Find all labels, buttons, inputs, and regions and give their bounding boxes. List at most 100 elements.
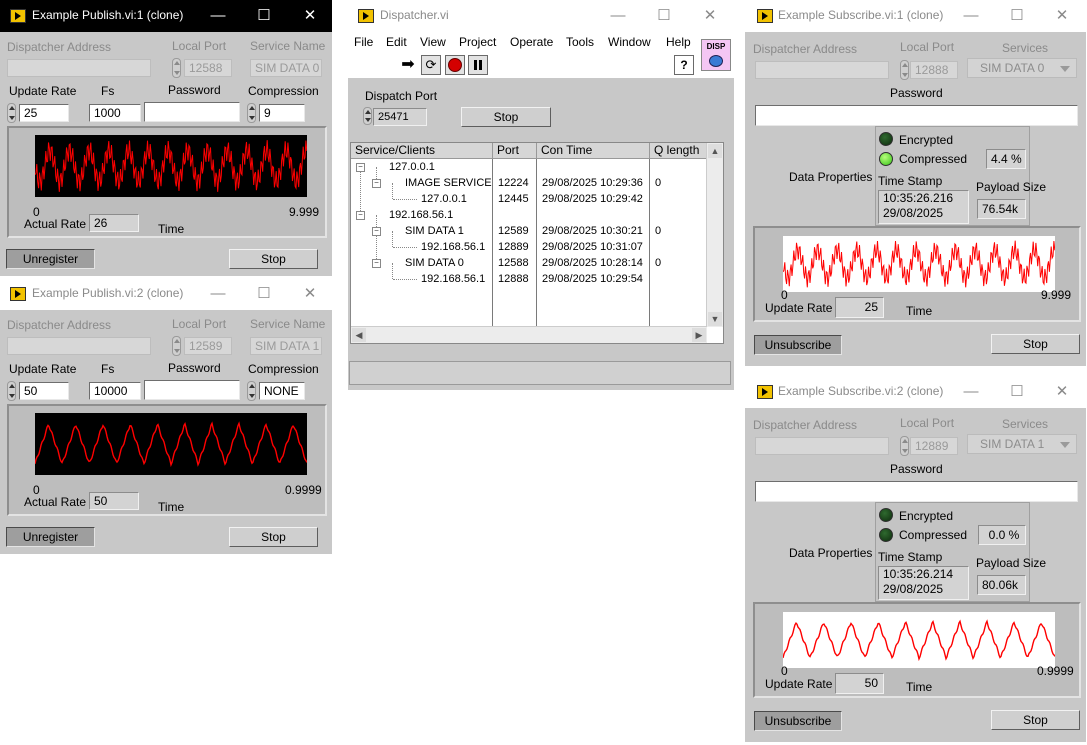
update-rate-input[interactable]: 25 xyxy=(19,104,69,122)
dispatch-port-spinner[interactable] xyxy=(363,107,372,125)
unsubscribe-button[interactable]: Unsubscribe xyxy=(754,335,842,355)
menu-file[interactable]: File xyxy=(354,35,373,49)
password-input[interactable] xyxy=(755,481,1078,502)
tree-cell-name: 192.168.56.1 xyxy=(421,273,486,285)
x-axis-min: 0 xyxy=(781,664,788,678)
unregister-button[interactable]: Unregister xyxy=(6,249,95,269)
run-continuously-icon[interactable]: ⟳ xyxy=(421,55,441,75)
service-client-tree[interactable]: Service/Clients Port Con Time Q length −… xyxy=(350,142,724,344)
labview-vi-icon xyxy=(757,385,773,399)
stop-button[interactable]: Stop xyxy=(461,107,551,127)
services-ring[interactable]: SIM DATA 0 xyxy=(967,58,1077,78)
local-port-spinner xyxy=(172,336,181,356)
close-icon[interactable]: ✕ xyxy=(696,4,724,28)
maximize-icon[interactable]: ☐ xyxy=(1003,380,1031,404)
minimize-icon[interactable]: — xyxy=(204,4,232,28)
update-rate-label: Update Rate xyxy=(765,677,833,691)
scroll-down-icon[interactable]: ▼ xyxy=(708,312,722,326)
maximize-icon[interactable]: ☐ xyxy=(250,4,278,28)
stop-button[interactable]: Stop xyxy=(991,710,1080,730)
tree-cell-time: 29/08/2025 10:30:21 xyxy=(542,225,643,237)
collapse-node-icon[interactable]: − xyxy=(356,211,365,220)
context-help-icon[interactable]: ? xyxy=(674,55,694,75)
compression-label: Compression xyxy=(248,362,319,376)
local-port-spinner xyxy=(900,436,909,456)
service-name-label: Service Name xyxy=(250,39,326,53)
services-ring[interactable]: SIM DATA 1 xyxy=(967,434,1077,454)
tree-cell-time: 29/08/2025 10:29:42 xyxy=(542,193,643,205)
local-port-spinner xyxy=(172,58,181,78)
password-input[interactable] xyxy=(144,380,240,400)
scroll-up-icon[interactable]: ▲ xyxy=(708,144,722,158)
pause-icon[interactable] xyxy=(468,55,488,75)
menu-help[interactable]: Help xyxy=(666,35,691,49)
update-rate-spinner[interactable] xyxy=(7,381,16,401)
update-rate-indicator: 25 xyxy=(835,297,884,318)
title-bar[interactable]: Example Publish.vi:2 (clone) — ☐ ✕ xyxy=(0,278,332,310)
menu-edit[interactable]: Edit xyxy=(386,35,407,49)
stop-button[interactable]: Stop xyxy=(229,527,318,547)
maximize-icon[interactable]: ☐ xyxy=(250,282,278,306)
unregister-button[interactable]: Unregister xyxy=(6,527,95,547)
waveform-plot xyxy=(783,236,1055,292)
vertical-scrollbar[interactable]: ▲ ▼ xyxy=(706,143,723,327)
column-header-service[interactable]: Service/Clients xyxy=(351,143,493,159)
column-header-con-time[interactable]: Con Time xyxy=(537,143,650,159)
title-bar[interactable]: Example Publish.vi:1 (clone) — ☐ ✕ xyxy=(0,0,332,32)
menu-operate[interactable]: Operate xyxy=(510,35,553,49)
minimize-icon[interactable]: — xyxy=(957,4,985,28)
password-label: Password xyxy=(168,361,221,375)
title-bar[interactable]: Example Subscribe.vi:1 (clone) — ☐ ✕ xyxy=(745,0,1086,32)
stop-button[interactable]: Stop xyxy=(229,249,318,269)
minimize-icon[interactable]: — xyxy=(957,380,985,404)
data-properties-label: Data Properties xyxy=(789,170,873,184)
title-bar[interactable]: Dispatcher.vi — ☐ ✕ xyxy=(348,0,734,32)
dispatcher-address-label: Dispatcher Address xyxy=(7,40,112,54)
minimize-icon[interactable]: — xyxy=(604,4,632,28)
collapse-node-icon[interactable]: − xyxy=(372,179,381,188)
column-header-q-length[interactable]: Q length xyxy=(650,143,708,159)
tree-cell-name: 127.0.0.1 xyxy=(421,193,467,205)
run-arrow-icon[interactable]: ➡ xyxy=(398,55,418,75)
compression-input[interactable]: NONE xyxy=(259,382,305,400)
password-input[interactable] xyxy=(755,105,1078,126)
update-rate-spinner[interactable] xyxy=(7,103,16,123)
abort-icon[interactable] xyxy=(445,55,465,75)
unsubscribe-button[interactable]: Unsubscribe xyxy=(754,711,842,731)
menu-bar: File Edit View Project Operate Tools Win… xyxy=(348,33,734,51)
menu-tools[interactable]: Tools xyxy=(566,35,594,49)
x-axis-max: 0.9999 xyxy=(285,483,322,497)
menu-project[interactable]: Project xyxy=(459,35,496,49)
title-bar[interactable]: Example Subscribe.vi:2 (clone) — ☐ ✕ xyxy=(745,376,1086,408)
maximize-icon[interactable]: ☐ xyxy=(1003,4,1031,28)
compression-spinner[interactable] xyxy=(247,381,256,401)
close-icon[interactable]: ✕ xyxy=(1048,380,1076,404)
scroll-right-icon[interactable]: ▶ xyxy=(692,328,706,342)
local-port-spinner xyxy=(900,60,909,80)
minimize-icon[interactable]: — xyxy=(204,282,232,306)
menu-view[interactable]: View xyxy=(420,35,446,49)
collapse-node-icon[interactable]: − xyxy=(372,259,381,268)
encrypted-label: Encrypted xyxy=(899,133,954,147)
horizontal-scrollbar[interactable]: ◀ ▶ xyxy=(351,326,707,343)
dispatcher-address-field xyxy=(755,61,889,79)
collapse-node-icon[interactable]: − xyxy=(356,163,365,172)
close-icon[interactable]: ✕ xyxy=(1048,4,1076,28)
dispatch-port-input[interactable]: 25471 xyxy=(373,108,427,126)
x-axis-max: 9.999 xyxy=(1041,288,1072,302)
tree-cell-time: 29/08/2025 10:29:54 xyxy=(542,273,643,285)
update-rate-input[interactable]: 50 xyxy=(19,382,69,400)
compression-spinner[interactable] xyxy=(247,103,256,123)
fs-input[interactable]: 10000 xyxy=(89,382,141,400)
menu-window[interactable]: Window xyxy=(608,35,651,49)
compression-input[interactable]: 9 xyxy=(259,104,305,122)
collapse-node-icon[interactable]: − xyxy=(372,227,381,236)
scroll-left-icon[interactable]: ◀ xyxy=(352,328,366,342)
password-input[interactable] xyxy=(144,102,240,122)
close-icon[interactable]: ✕ xyxy=(296,282,324,306)
fs-input[interactable]: 1000 xyxy=(89,104,141,122)
close-icon[interactable]: ✕ xyxy=(296,4,324,28)
maximize-icon[interactable]: ☐ xyxy=(650,4,678,28)
stop-button[interactable]: Stop xyxy=(991,334,1080,354)
column-header-port[interactable]: Port xyxy=(493,143,537,159)
